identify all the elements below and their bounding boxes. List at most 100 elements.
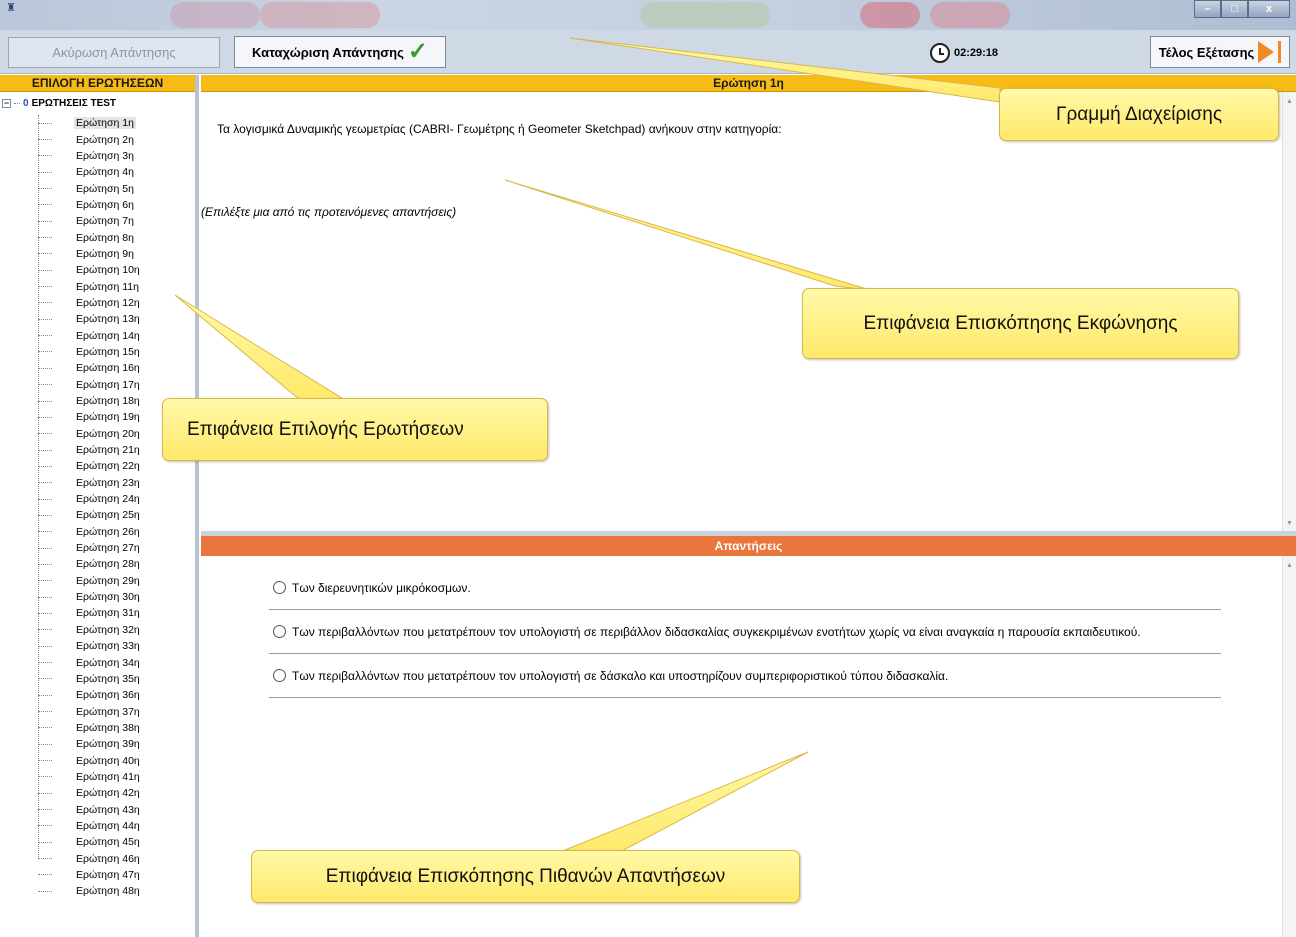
- question-list-item[interactable]: Ερώτηση 16η: [38, 360, 142, 376]
- question-list-item[interactable]: Ερώτηση 3η: [38, 148, 142, 164]
- question-list-item[interactable]: Ερώτηση 25η: [38, 507, 142, 523]
- question-list-item[interactable]: Ερώτηση 11η: [38, 278, 142, 294]
- question-list-item[interactable]: Ερώτηση 38η: [38, 720, 142, 736]
- question-list-item[interactable]: Ερώτηση 46η: [38, 850, 142, 866]
- question-list-label: Ερώτηση 2η: [76, 133, 134, 146]
- question-list-label: Ερώτηση 32η: [76, 623, 140, 636]
- question-list-label: Ερώτηση 6η: [76, 198, 134, 211]
- question-list-item[interactable]: Ερώτηση 15η: [38, 344, 142, 360]
- question-list-item[interactable]: Ερώτηση 6η: [38, 197, 142, 213]
- statement-scrollbar[interactable]: ▲ ▼: [1282, 92, 1296, 531]
- play-icon: [1258, 41, 1275, 63]
- question-list-item[interactable]: Ερώτηση 8η: [38, 229, 142, 245]
- question-list-item[interactable]: Ερώτηση 13η: [38, 311, 142, 327]
- question-list-item[interactable]: Ερώτηση 10η: [38, 262, 142, 278]
- question-list-item[interactable]: Ερώτηση 35η: [38, 671, 142, 687]
- maximize-button[interactable]: □: [1221, 0, 1248, 18]
- question-list-label: Ερώτηση 33η: [76, 640, 140, 653]
- question-list-item[interactable]: Ερώτηση 43η: [38, 801, 142, 817]
- question-list-item[interactable]: Ερώτηση 23η: [38, 475, 142, 491]
- submit-answer-button[interactable]: Καταχώριση Απάντησης ✓: [234, 36, 446, 68]
- question-list-item[interactable]: Ερώτηση 47η: [38, 867, 142, 883]
- question-list-label: Ερώτηση 4η: [76, 166, 134, 179]
- question-list-item[interactable]: Ερώτηση 22η: [38, 458, 142, 474]
- question-list-label: Ερώτηση 45η: [76, 836, 140, 849]
- question-list-label: Ερώτηση 40η: [76, 754, 140, 767]
- question-list-item[interactable]: Ερώτηση 1η: [38, 115, 142, 131]
- answer-text: Των περιβαλλόντων που μετατρέπουν τον υπ…: [292, 624, 1141, 639]
- question-list-item[interactable]: Ερώτηση 14η: [38, 327, 142, 343]
- question-list-label: Ερώτηση 9η: [76, 247, 134, 260]
- app-icon: ♜: [6, 2, 16, 14]
- question-list-item[interactable]: Ερώτηση 9η: [38, 246, 142, 262]
- question-list-item[interactable]: Ερώτηση 42η: [38, 785, 142, 801]
- collapse-icon[interactable]: −: [2, 99, 11, 108]
- callout-management-bar: Γραμμή Διαχείρισης: [999, 88, 1279, 141]
- question-list-item[interactable]: Ερώτηση 18η: [38, 393, 142, 409]
- question-list-item[interactable]: Ερώτηση 48η: [38, 883, 142, 899]
- question-list-label: Ερώτηση 34η: [76, 656, 140, 669]
- scroll-up-icon[interactable]: ▲: [1286, 562, 1293, 569]
- window-controls: – □ x: [1194, 0, 1290, 18]
- question-list-label: Ερώτηση 24η: [76, 493, 140, 506]
- cancel-answer-button[interactable]: Ακύρωση Απάντησης: [8, 37, 220, 68]
- management-toolbar: Ακύρωση Απάντησης Καταχώριση Απάντησης ✓…: [0, 30, 1296, 74]
- radio-button[interactable]: [273, 625, 286, 638]
- question-list-label: Ερώτηση 22η: [76, 460, 140, 473]
- close-window-button[interactable]: x: [1248, 0, 1290, 18]
- question-list-item[interactable]: Ερώτηση 45η: [38, 834, 142, 850]
- question-list-item[interactable]: Ερώτηση 31η: [38, 605, 142, 621]
- answers-scrollbar[interactable]: ▲: [1282, 556, 1296, 937]
- question-list-item[interactable]: Ερώτηση 17η: [38, 377, 142, 393]
- question-list-item[interactable]: Ερώτηση 24η: [38, 491, 142, 507]
- question-list-label: Ερώτηση 12η: [76, 296, 140, 309]
- question-list-item[interactable]: Ερώτηση 40η: [38, 752, 142, 768]
- question-list-item[interactable]: Ερώτηση 26η: [38, 524, 142, 540]
- question-list-item[interactable]: Ερώτηση 32η: [38, 622, 142, 638]
- question-list-item[interactable]: Ερώτηση 29η: [38, 573, 142, 589]
- question-list-item[interactable]: Ερώτηση 41η: [38, 769, 142, 785]
- question-list-label: Ερώτηση 5η: [76, 182, 134, 195]
- check-icon: ✓: [407, 38, 428, 65]
- answer-option[interactable]: Των διερευνητικών μικρόκοσμων.: [269, 566, 1221, 610]
- question-selection-header: ΕΠΙΛΟΓΗ ΕΡΩΤΗΣΕΩΝ: [0, 75, 195, 92]
- question-list-item[interactable]: Ερώτηση 36η: [38, 687, 142, 703]
- scroll-down-icon[interactable]: ▼: [1286, 520, 1293, 527]
- question-list-label: Ερώτηση 36η: [76, 689, 140, 702]
- question-list-item[interactable]: Ερώτηση 21η: [38, 442, 142, 458]
- question-list-item[interactable]: Ερώτηση 19η: [38, 409, 142, 425]
- question-list-item[interactable]: Ερώτηση 28η: [38, 556, 142, 572]
- question-list-item[interactable]: Ερώτηση 27η: [38, 540, 142, 556]
- radio-button[interactable]: [273, 581, 286, 594]
- question-list-item[interactable]: Ερώτηση 4η: [38, 164, 142, 180]
- question-list-label: Ερώτηση 11η: [76, 280, 139, 293]
- end-exam-button[interactable]: Τέλος Εξέτασης: [1150, 36, 1290, 68]
- question-list-item[interactable]: Ερώτηση 44η: [38, 818, 142, 834]
- tree-root-label: ΕΡΩΤΗΣΕΙΣ TEST: [31, 98, 117, 109]
- scroll-up-icon[interactable]: ▲: [1286, 98, 1293, 105]
- callout-statement-view: Επιφάνεια Επισκόπησης Εκφώνησης: [802, 288, 1239, 359]
- timer-value: 02:29:18: [954, 47, 999, 59]
- minimize-button[interactable]: –: [1194, 0, 1221, 18]
- question-list-item[interactable]: Ερώτηση 12η: [38, 295, 142, 311]
- question-list-item[interactable]: Ερώτηση 2η: [38, 131, 142, 147]
- question-list-label: Ερώτηση 35η: [76, 672, 140, 685]
- question-list-label: Ερώτηση 42η: [76, 787, 140, 800]
- question-list-item[interactable]: Ερώτηση 7η: [38, 213, 142, 229]
- end-exam-label: Τέλος Εξέτασης: [1158, 44, 1255, 60]
- tree-root[interactable]: − 0 ΕΡΩΤΗΣΕΙΣ TEST: [2, 98, 116, 109]
- question-list-item[interactable]: Ερώτηση 37η: [38, 703, 142, 719]
- question-text: Τα λογισμικά Δυναμικής γεωμετρίας (CABRI…: [217, 122, 782, 136]
- question-list-item[interactable]: Ερώτηση 39η: [38, 736, 142, 752]
- exam-timer: 02:29:18: [930, 43, 998, 63]
- answer-option[interactable]: Των περιβαλλόντων που μετατρέπουν τον υπ…: [269, 610, 1221, 654]
- radio-button[interactable]: [273, 669, 286, 682]
- question-list-item[interactable]: Ερώτηση 34η: [38, 654, 142, 670]
- question-list-item[interactable]: Ερώτηση 20η: [38, 426, 142, 442]
- question-list-item[interactable]: Ερώτηση 5η: [38, 180, 142, 196]
- answer-option[interactable]: Των περιβαλλόντων που μετατρέπουν τον υπ…: [269, 654, 1221, 698]
- question-list-item[interactable]: Ερώτηση 30η: [38, 589, 142, 605]
- question-list-item[interactable]: Ερώτηση 33η: [38, 638, 142, 654]
- clock-icon: [930, 43, 950, 63]
- question-list-label: Ερώτηση 1η: [74, 117, 136, 130]
